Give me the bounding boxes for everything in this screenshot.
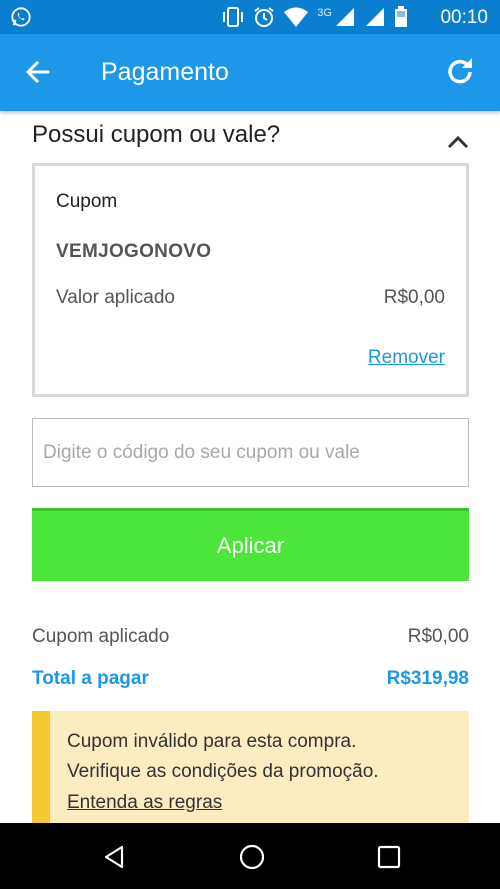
network-type-label: 3G bbox=[317, 7, 332, 19]
system-nav-bar bbox=[0, 823, 500, 889]
coupon-label: Cupom bbox=[56, 191, 118, 212]
home-circle-icon[interactable] bbox=[238, 843, 266, 871]
status-icons: 3G bbox=[221, 6, 408, 28]
total-value: R$319,98 bbox=[386, 668, 469, 689]
alarm-icon bbox=[254, 7, 274, 27]
coupon-code-input[interactable] bbox=[32, 418, 469, 487]
arrow-left-icon[interactable] bbox=[22, 56, 54, 88]
alert-message-line2: Verifique as condições da promoção. bbox=[67, 761, 379, 782]
status-time: 00:10 bbox=[440, 7, 488, 28]
battery-icon bbox=[395, 6, 407, 27]
alert-message-line1: Cupom inválido para esta compra. bbox=[67, 731, 357, 752]
rules-link[interactable]: Entenda as regras bbox=[67, 792, 222, 814]
back-triangle-icon[interactable] bbox=[100, 843, 128, 871]
status-bar: 3G 00:10 bbox=[0, 0, 500, 34]
summary-coupon-label: Cupom aplicado bbox=[32, 626, 170, 647]
coupon-section-title: Possui cupom ou vale? bbox=[32, 121, 281, 148]
app-bar: Pagamento bbox=[0, 34, 500, 111]
applied-value-label: Valor aplicado bbox=[56, 287, 176, 308]
total-label: Total a pagar bbox=[32, 668, 149, 689]
refresh-icon[interactable] bbox=[442, 54, 478, 90]
coupon-code: VEMJOGONOVO bbox=[56, 241, 212, 262]
chevron-up-icon[interactable] bbox=[446, 134, 470, 150]
vibrate-icon bbox=[223, 7, 244, 27]
page-title: Pagamento bbox=[101, 58, 229, 86]
recents-square-icon[interactable] bbox=[375, 843, 403, 871]
summary-coupon-value: R$0,00 bbox=[407, 626, 469, 647]
invalid-coupon-alert: Cupom inválido para esta compra. Verifiq… bbox=[32, 711, 469, 823]
whatsapp-icon bbox=[11, 7, 31, 27]
coupon-card: Cupom VEMJOGONOVO Valor aplicado R$0,00 … bbox=[32, 163, 469, 397]
wifi-icon bbox=[284, 7, 309, 27]
applied-value-amount: R$0,00 bbox=[383, 287, 445, 308]
signal-icon bbox=[336, 8, 354, 26]
remove-coupon-link[interactable]: Remover bbox=[368, 347, 445, 369]
apply-button[interactable]: Aplicar bbox=[32, 508, 469, 581]
signal-icon bbox=[366, 8, 384, 26]
